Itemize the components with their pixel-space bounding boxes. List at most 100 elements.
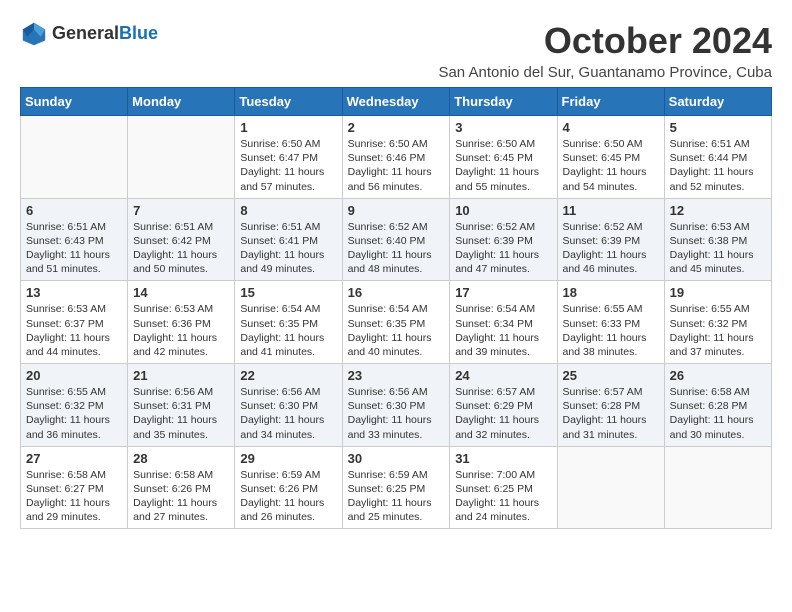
sunset-text: Sunset: 6:42 PM — [133, 234, 229, 248]
sunrise-text: Sunrise: 6:55 AM — [670, 302, 766, 316]
calendar-cell: 6Sunrise: 6:51 AMSunset: 6:43 PMDaylight… — [21, 198, 128, 281]
sunrise-text: Sunrise: 6:50 AM — [348, 137, 445, 151]
calendar-cell: 9Sunrise: 6:52 AMSunset: 6:40 PMDaylight… — [342, 198, 450, 281]
sunrise-text: Sunrise: 6:53 AM — [133, 302, 229, 316]
calendar-cell: 19Sunrise: 6:55 AMSunset: 6:32 PMDayligh… — [664, 281, 771, 364]
daylight-text: Daylight: 11 hours and 37 minutes. — [670, 331, 766, 359]
daylight-text: Daylight: 11 hours and 54 minutes. — [563, 165, 659, 193]
calendar-cell: 18Sunrise: 6:55 AMSunset: 6:33 PMDayligh… — [557, 281, 664, 364]
sunset-text: Sunset: 6:31 PM — [133, 399, 229, 413]
sunset-text: Sunset: 6:38 PM — [670, 234, 766, 248]
sunset-text: Sunset: 6:45 PM — [563, 151, 659, 165]
sunset-text: Sunset: 6:35 PM — [240, 317, 336, 331]
calendar-cell: 5Sunrise: 6:51 AMSunset: 6:44 PMDaylight… — [664, 116, 771, 199]
calendar-cell: 8Sunrise: 6:51 AMSunset: 6:41 PMDaylight… — [235, 198, 342, 281]
daylight-text: Daylight: 11 hours and 57 minutes. — [240, 165, 336, 193]
sunset-text: Sunset: 6:25 PM — [348, 482, 445, 496]
sunrise-text: Sunrise: 7:00 AM — [455, 468, 551, 482]
daylight-text: Daylight: 11 hours and 29 minutes. — [26, 496, 122, 524]
sunrise-text: Sunrise: 6:54 AM — [455, 302, 551, 316]
weekday-header-sunday: Sunday — [21, 88, 128, 116]
day-number: 1 — [240, 120, 336, 135]
daylight-text: Daylight: 11 hours and 47 minutes. — [455, 248, 551, 276]
daylight-text: Daylight: 11 hours and 27 minutes. — [133, 496, 229, 524]
sunrise-text: Sunrise: 6:57 AM — [455, 385, 551, 399]
sunset-text: Sunset: 6:28 PM — [670, 399, 766, 413]
weekday-header-row: SundayMondayTuesdayWednesdayThursdayFrid… — [21, 88, 772, 116]
sunset-text: Sunset: 6:46 PM — [348, 151, 445, 165]
sunset-text: Sunset: 6:44 PM — [670, 151, 766, 165]
daylight-text: Daylight: 11 hours and 25 minutes. — [348, 496, 445, 524]
logo-icon — [20, 20, 48, 48]
daylight-text: Daylight: 11 hours and 46 minutes. — [563, 248, 659, 276]
daylight-text: Daylight: 11 hours and 31 minutes. — [563, 413, 659, 441]
calendar-cell: 25Sunrise: 6:57 AMSunset: 6:28 PMDayligh… — [557, 364, 664, 447]
daylight-text: Daylight: 11 hours and 36 minutes. — [26, 413, 122, 441]
calendar-cell: 7Sunrise: 6:51 AMSunset: 6:42 PMDaylight… — [128, 198, 235, 281]
day-number: 19 — [670, 285, 766, 300]
sunset-text: Sunset: 6:28 PM — [563, 399, 659, 413]
day-number: 30 — [348, 451, 445, 466]
calendar-cell: 16Sunrise: 6:54 AMSunset: 6:35 PMDayligh… — [342, 281, 450, 364]
day-number: 31 — [455, 451, 551, 466]
calendar-cell: 28Sunrise: 6:58 AMSunset: 6:26 PMDayligh… — [128, 446, 235, 529]
sunrise-text: Sunrise: 6:51 AM — [133, 220, 229, 234]
day-number: 24 — [455, 368, 551, 383]
sunset-text: Sunset: 6:36 PM — [133, 317, 229, 331]
day-number: 17 — [455, 285, 551, 300]
calendar-cell: 2Sunrise: 6:50 AMSunset: 6:46 PMDaylight… — [342, 116, 450, 199]
daylight-text: Daylight: 11 hours and 44 minutes. — [26, 331, 122, 359]
sunrise-text: Sunrise: 6:50 AM — [240, 137, 336, 151]
daylight-text: Daylight: 11 hours and 55 minutes. — [455, 165, 551, 193]
logo: GeneralBlue — [20, 20, 158, 48]
sunset-text: Sunset: 6:40 PM — [348, 234, 445, 248]
calendar-cell: 24Sunrise: 6:57 AMSunset: 6:29 PMDayligh… — [450, 364, 557, 447]
calendar-cell: 27Sunrise: 6:58 AMSunset: 6:27 PMDayligh… — [21, 446, 128, 529]
sunset-text: Sunset: 6:35 PM — [348, 317, 445, 331]
day-number: 4 — [563, 120, 659, 135]
calendar-cell — [21, 116, 128, 199]
sunrise-text: Sunrise: 6:55 AM — [563, 302, 659, 316]
day-number: 16 — [348, 285, 445, 300]
day-number: 15 — [240, 285, 336, 300]
calendar-cell: 26Sunrise: 6:58 AMSunset: 6:28 PMDayligh… — [664, 364, 771, 447]
weekday-header-tuesday: Tuesday — [235, 88, 342, 116]
calendar-cell: 31Sunrise: 7:00 AMSunset: 6:25 PMDayligh… — [450, 446, 557, 529]
title-area: October 2024 San Antonio del Sur, Guanta… — [438, 20, 772, 81]
sunrise-text: Sunrise: 6:58 AM — [26, 468, 122, 482]
calendar-cell: 1Sunrise: 6:50 AMSunset: 6:47 PMDaylight… — [235, 116, 342, 199]
sunrise-text: Sunrise: 6:52 AM — [563, 220, 659, 234]
calendar-cell: 15Sunrise: 6:54 AMSunset: 6:35 PMDayligh… — [235, 281, 342, 364]
day-number: 25 — [563, 368, 659, 383]
day-number: 26 — [670, 368, 766, 383]
daylight-text: Daylight: 11 hours and 51 minutes. — [26, 248, 122, 276]
sunset-text: Sunset: 6:32 PM — [26, 399, 122, 413]
day-number: 28 — [133, 451, 229, 466]
day-number: 20 — [26, 368, 122, 383]
daylight-text: Daylight: 11 hours and 49 minutes. — [240, 248, 336, 276]
sunrise-text: Sunrise: 6:50 AM — [455, 137, 551, 151]
sunset-text: Sunset: 6:39 PM — [455, 234, 551, 248]
sunrise-text: Sunrise: 6:56 AM — [240, 385, 336, 399]
day-number: 12 — [670, 203, 766, 218]
day-number: 11 — [563, 203, 659, 218]
sunset-text: Sunset: 6:39 PM — [563, 234, 659, 248]
sunrise-text: Sunrise: 6:58 AM — [670, 385, 766, 399]
calendar-cell: 20Sunrise: 6:55 AMSunset: 6:32 PMDayligh… — [21, 364, 128, 447]
sunset-text: Sunset: 6:26 PM — [240, 482, 336, 496]
day-number: 8 — [240, 203, 336, 218]
daylight-text: Daylight: 11 hours and 40 minutes. — [348, 331, 445, 359]
weekday-header-friday: Friday — [557, 88, 664, 116]
calendar-cell: 29Sunrise: 6:59 AMSunset: 6:26 PMDayligh… — [235, 446, 342, 529]
calendar-cell: 13Sunrise: 6:53 AMSunset: 6:37 PMDayligh… — [21, 281, 128, 364]
calendar-cell: 30Sunrise: 6:59 AMSunset: 6:25 PMDayligh… — [342, 446, 450, 529]
calendar-cell: 21Sunrise: 6:56 AMSunset: 6:31 PMDayligh… — [128, 364, 235, 447]
month-title: October 2024 — [438, 20, 772, 62]
daylight-text: Daylight: 11 hours and 38 minutes. — [563, 331, 659, 359]
sunset-text: Sunset: 6:45 PM — [455, 151, 551, 165]
daylight-text: Daylight: 11 hours and 32 minutes. — [455, 413, 551, 441]
day-number: 21 — [133, 368, 229, 383]
day-number: 29 — [240, 451, 336, 466]
calendar-week-row: 13Sunrise: 6:53 AMSunset: 6:37 PMDayligh… — [21, 281, 772, 364]
sunrise-text: Sunrise: 6:51 AM — [26, 220, 122, 234]
